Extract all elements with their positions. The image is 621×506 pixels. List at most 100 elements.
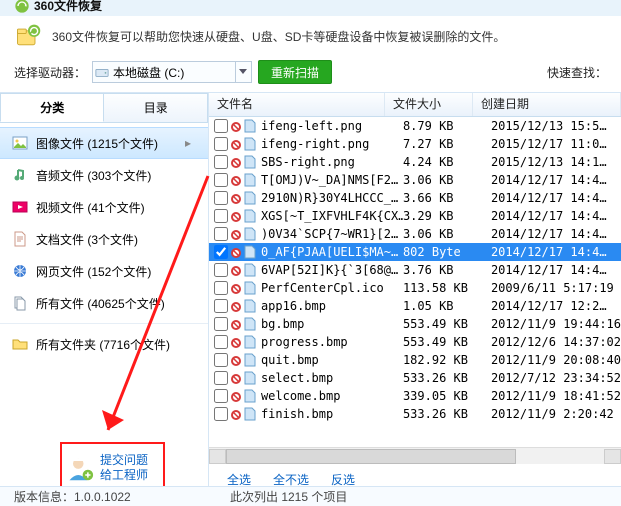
file-size: 7.27 KB [403,137,491,151]
file-name: welcome.bmp [261,389,403,403]
file-size: 3.76 KB [403,263,491,277]
status-dot-icon [231,247,241,257]
scroll-left-arrow[interactable] [209,449,226,464]
row-checkbox[interactable] [214,389,228,403]
drive-select[interactable]: 本地磁盘 (C:) [92,61,252,83]
row-checkbox[interactable] [214,119,228,133]
tab-category[interactable]: 分类 [0,93,104,122]
filetype-icon [243,227,257,241]
file-date: 2014/12/17 14:4… [491,209,621,223]
row-checkbox[interactable] [214,263,228,277]
file-date: 2012/11/9 18:41:52 [491,389,621,403]
col-filename[interactable]: 文件名 [209,93,385,116]
status-dot-icon [231,211,241,221]
status-dot-icon [231,175,241,185]
file-name: progress.bmp [261,335,403,349]
status-summary: 此次列出 1215 个项目 [230,488,347,505]
file-size: 553.49 KB [403,335,491,349]
row-checkbox[interactable] [214,155,228,169]
file-size: 3.66 KB [403,191,491,205]
table-row[interactable]: SBS-right.png4.24 KB2015/12/13 14:1… [209,153,621,171]
video-icon [12,199,28,215]
file-size: 3.29 KB [403,209,491,223]
horizontal-scrollbar[interactable] [209,447,621,464]
row-checkbox[interactable] [214,281,228,295]
chevron-down-icon[interactable] [235,62,249,82]
file-size: 553.49 KB [403,317,491,331]
row-checkbox[interactable] [214,299,228,313]
tab-directory[interactable]: 目录 [104,93,207,122]
cat-images[interactable]: 图像文件 (1215个文件) ▸ [0,127,208,159]
table-row[interactable]: ifeng-right.png7.27 KB2015/12/17 11:0… [209,135,621,153]
cat-label: 文档文件 (3个文件) [36,231,196,248]
drive-label: 选择驱动器： [14,64,86,81]
filetype-icon [243,353,257,367]
doc-icon [12,231,28,247]
row-checkbox[interactable] [214,191,228,205]
table-row[interactable]: app16.bmp1.05 KB2014/12/17 12:2… [209,297,621,315]
file-size: 3.06 KB [403,227,491,241]
row-checkbox[interactable] [214,335,228,349]
filetype-icon [243,299,257,313]
table-row[interactable]: )0V34`SCP{7~WR1}[2…3.06 KB2014/12/17 14:… [209,225,621,243]
scroll-right-arrow[interactable] [604,449,621,464]
row-checkbox[interactable] [214,317,228,331]
row-checkbox[interactable] [214,227,228,241]
file-date: 2014/12/17 12:2… [491,299,621,313]
table-row[interactable]: select.bmp533.26 KB2012/7/12 23:34:52 [209,369,621,387]
status-dot-icon [231,193,241,203]
cat-web[interactable]: 网页文件 (152个文件) [0,255,208,287]
disk-icon [95,65,109,79]
file-list[interactable]: ifeng-left.png8.79 KB2015/12/13 15:5…ife… [209,117,621,447]
scroll-thumb[interactable] [226,449,516,464]
file-date: 2015/12/17 11:0… [491,137,621,151]
table-row[interactable]: quit.bmp182.92 KB2012/11/9 20:08:40 [209,351,621,369]
row-checkbox[interactable] [214,245,228,259]
row-checkbox[interactable] [214,371,228,385]
status-dot-icon [231,373,241,383]
cat-audio[interactable]: 音频文件 (303个文件) [0,159,208,191]
row-checkbox[interactable] [214,407,228,421]
table-row[interactable]: 0_AF{PJAA[UELI$MA~…802 Byte2014/12/17 14… [209,243,621,261]
file-date: 2015/12/13 15:5… [491,119,621,133]
table-row[interactable]: bg.bmp553.49 KB2012/11/9 19:44:16 [209,315,621,333]
table-row[interactable]: PerfCenterCpl.ico113.58 KB2009/6/11 5:17… [209,279,621,297]
select-invert-link[interactable]: 反选 [331,471,355,488]
select-none-link[interactable]: 全不选 [273,471,309,488]
file-size: 802 Byte [403,245,491,259]
table-row[interactable]: XGS[~T_IXFVHLF4K{CX…3.29 KB2014/12/17 14… [209,207,621,225]
status-dot-icon [231,265,241,275]
status-dot-icon [231,157,241,167]
cat-allfiles[interactable]: 所有文件 (40625个文件) [0,287,208,319]
row-checkbox[interactable] [214,353,228,367]
cat-label: 图像文件 (1215个文件) [36,135,172,152]
row-checkbox[interactable] [214,209,228,223]
cat-allfolders[interactable]: 所有文件夹 (7716个文件) [0,328,208,360]
table-row[interactable]: welcome.bmp339.05 KB2012/11/9 18:41:52 [209,387,621,405]
file-name: finish.bmp [261,407,403,421]
file-size: 533.26 KB [403,371,491,385]
file-date: 2012/11/9 19:44:16 [491,317,621,331]
cat-label: 网页文件 (152个文件) [36,263,196,280]
col-createdate[interactable]: 创建日期 [473,93,621,116]
table-row[interactable]: T[OMJ)V~_DA]NMS[F2…3.06 KB2014/12/17 14:… [209,171,621,189]
rescan-button[interactable]: 重新扫描 [258,60,332,84]
cat-docs[interactable]: 文档文件 (3个文件) [0,223,208,255]
status-dot-icon [231,301,241,311]
status-dot-icon [231,283,241,293]
table-row[interactable]: ifeng-left.png8.79 KB2015/12/13 15:5… [209,117,621,135]
status-dot-icon [231,319,241,329]
version-label: 版本信息：1.0.0.1022 [14,488,131,505]
table-row[interactable]: 2910N)R}30Y4LHCCC_…3.66 KB2014/12/17 14:… [209,189,621,207]
col-filesize[interactable]: 文件大小 [385,93,473,116]
select-all-link[interactable]: 全选 [227,471,251,488]
table-row[interactable]: 6VAP[52I]K}{`3[68@…3.76 KB2014/12/17 14:… [209,261,621,279]
file-name: app16.bmp [261,299,403,313]
table-row[interactable]: progress.bmp553.49 KB2012/12/6 14:37:02 [209,333,621,351]
cat-video[interactable]: 视频文件 (41个文件) [0,191,208,223]
filetype-icon [243,155,257,169]
table-row[interactable]: finish.bmp533.26 KB2012/11/9 2:20:42 [209,405,621,423]
row-checkbox[interactable] [214,173,228,187]
row-checkbox[interactable] [214,137,228,151]
help-line2: 给工程师 [100,468,148,483]
